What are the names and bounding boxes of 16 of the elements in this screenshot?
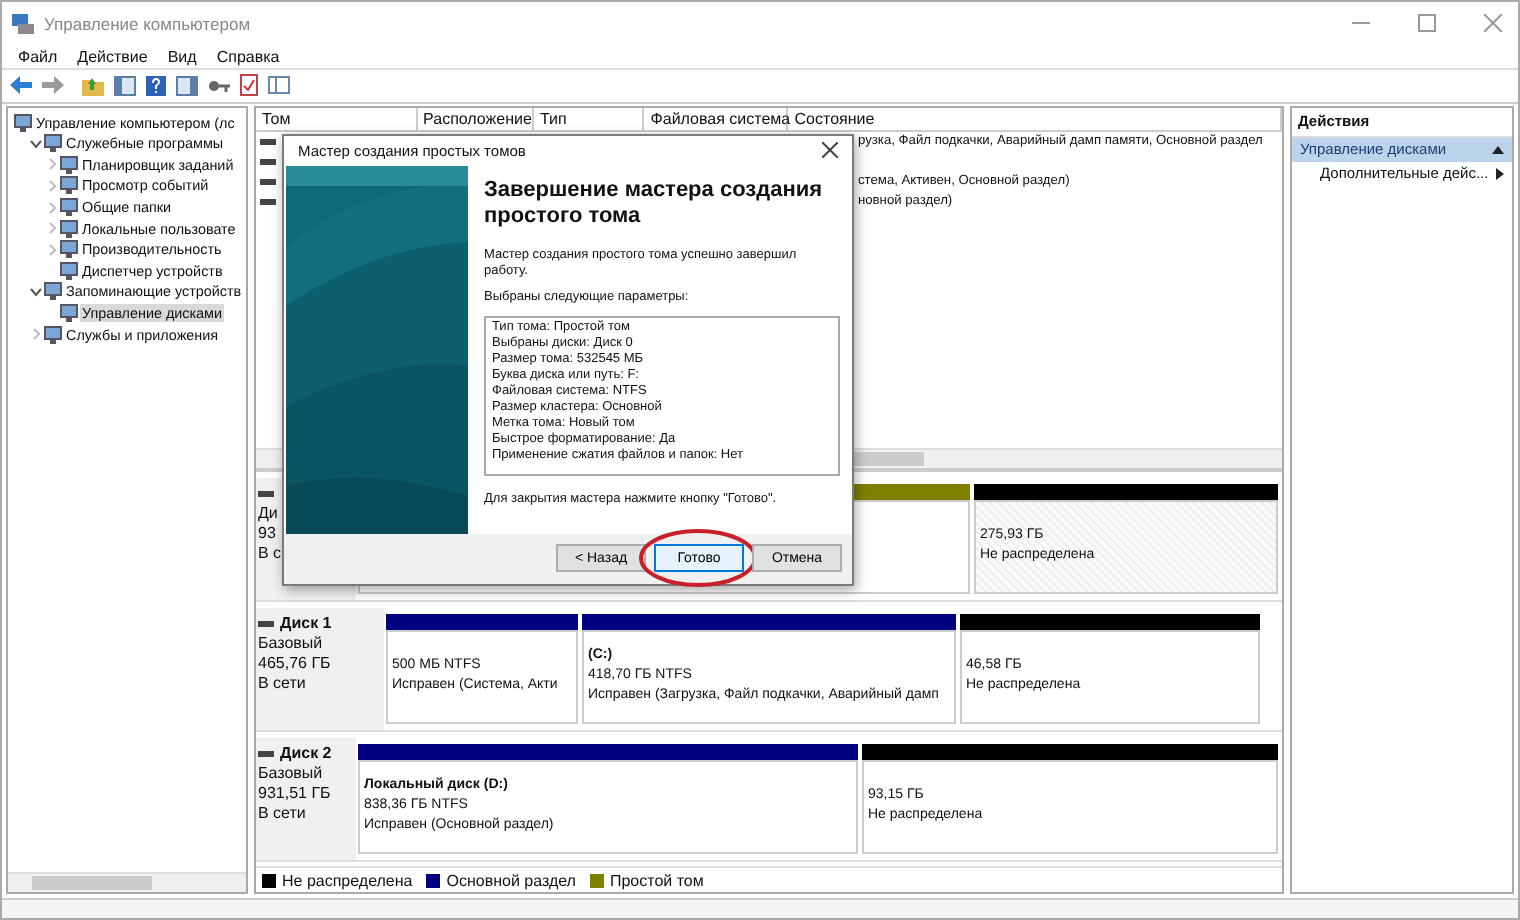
disk-state: В с <box>258 543 284 564</box>
disk-capacity: 931,51 ГБ <box>258 783 333 804</box>
legend-label: Основной раздел <box>446 871 576 890</box>
window-title: Управление компьютером <box>44 13 251 34</box>
disk-type: Ди <box>258 503 280 524</box>
disk-state: В сети <box>258 673 308 694</box>
disk-capacity: 93 <box>258 523 278 544</box>
disk-state: В сети <box>258 803 308 824</box>
disk-capacity: 465,76 ГБ <box>258 653 333 674</box>
wizard-heading: Завершение мастера создания простого тома <box>484 177 825 230</box>
disk-type: Базовый <box>258 763 325 784</box>
legend-label: Простой том <box>609 871 704 890</box>
disk-name: Диск 1 <box>280 613 332 634</box>
disk-type: Базовый <box>258 633 325 654</box>
disk-name: Диск 2 <box>280 743 332 764</box>
legend-label: Не распределена <box>282 871 413 890</box>
